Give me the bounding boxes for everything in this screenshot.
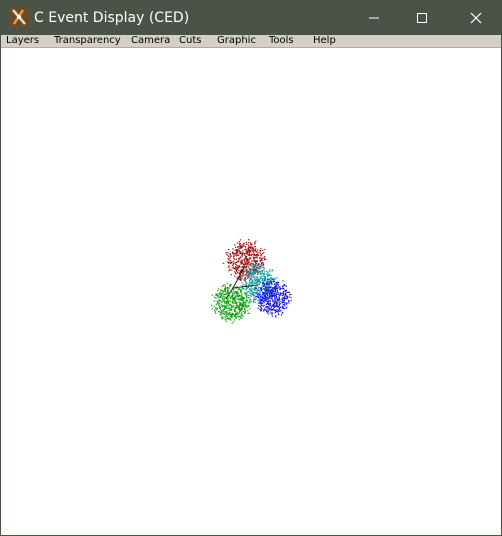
close-icon [470,12,482,24]
maximize-button[interactable] [399,1,445,35]
event-display-view[interactable] [1,48,501,535]
minimize-icon [369,17,379,19]
window-title: C Event Display (CED) [34,10,190,26]
menu-transparency[interactable]: Transparency [54,35,121,47]
menu-layers[interactable]: Layers [6,35,39,47]
event-display-canvas[interactable] [1,48,501,535]
ced-window: C Event Display (CED) Layers Transparenc… [0,0,502,536]
title-bar[interactable]: C Event Display (CED) [1,1,501,35]
minimize-button[interactable] [351,1,397,35]
menu-camera[interactable]: Camera [131,35,170,47]
menu-bar: Layers Transparency Camera Cuts Graphic … [1,35,501,48]
close-button[interactable] [453,1,499,35]
menu-graphic[interactable]: Graphic [217,35,256,47]
green-hit-cluster [211,282,252,324]
menu-help[interactable]: Help [313,35,336,47]
menu-tools[interactable]: Tools [269,35,294,47]
menu-cuts[interactable]: Cuts [179,35,201,47]
maximize-icon [417,13,427,23]
ced-app-icon [9,7,29,27]
